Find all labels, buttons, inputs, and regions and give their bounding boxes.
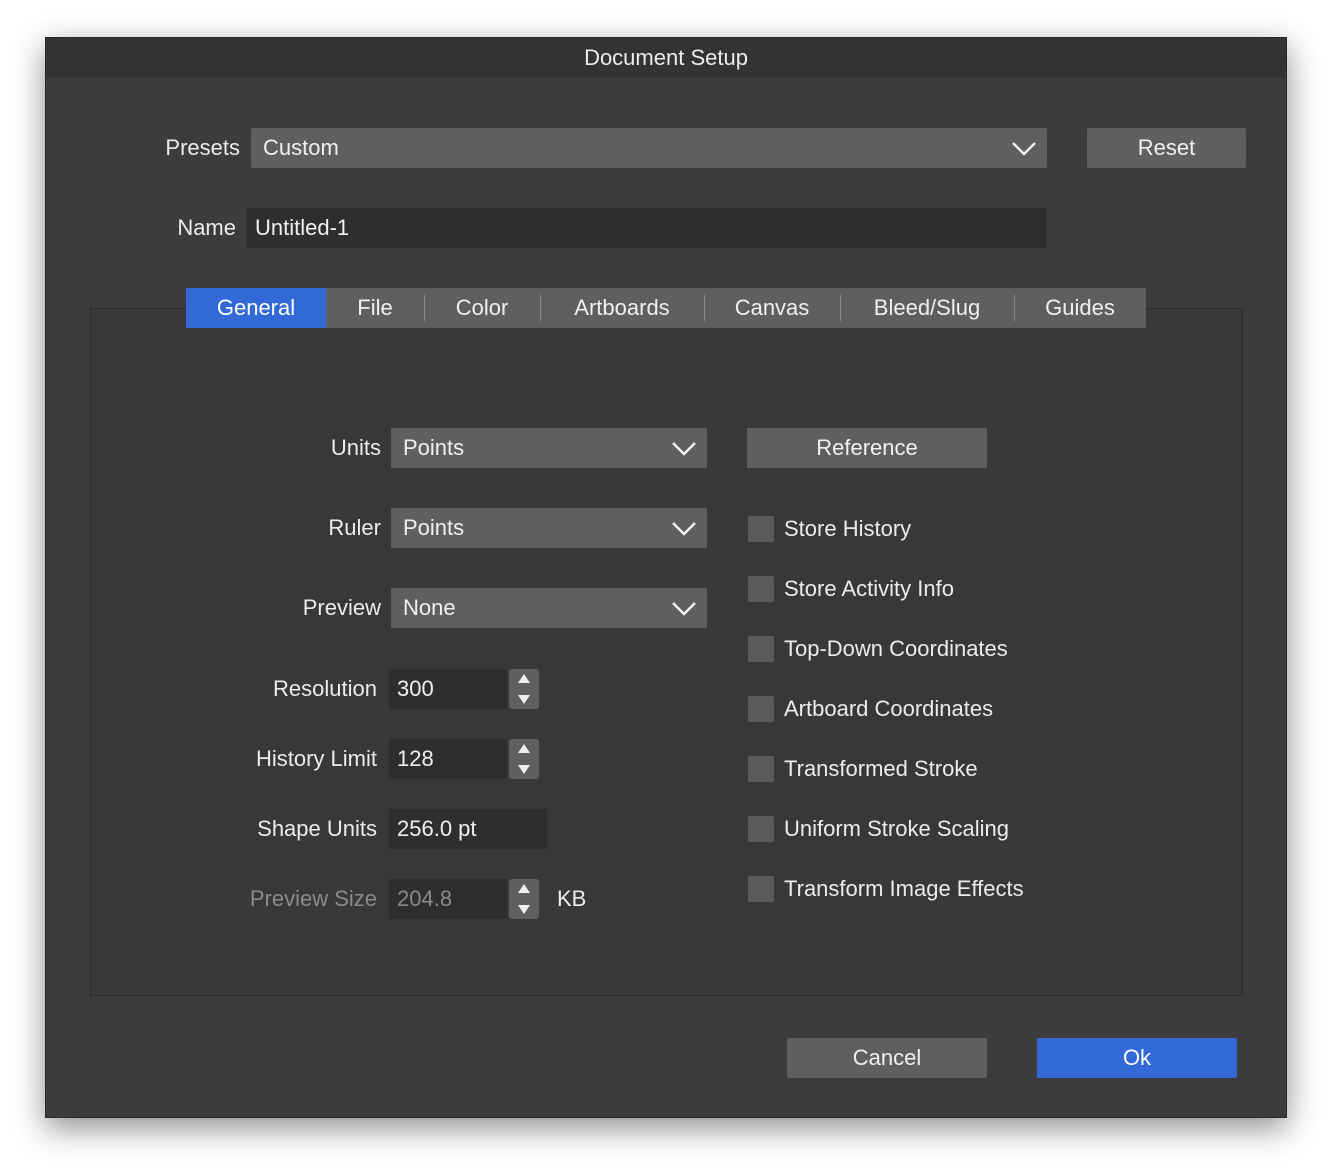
artboard-coordinates-checkbox[interactable]: Artboard Coordinates (747, 693, 993, 725)
checkbox-box[interactable] (747, 815, 775, 843)
shape-units-label: Shape Units (257, 816, 377, 841)
checkbox-label: Top-Down Coordinates (784, 636, 1008, 661)
tab-canvas[interactable]: Canvas (704, 288, 840, 328)
history-limit-label: History Limit (255, 746, 377, 771)
tab-bleed-slug[interactable]: Bleed/Slug (840, 288, 1014, 328)
preview-size-field[interactable]: 204.8 (389, 879, 507, 919)
uniform-stroke-scaling-checkbox[interactable]: Uniform Stroke Scaling (747, 813, 1009, 845)
reset-button[interactable]: Reset (1087, 128, 1246, 168)
ok-button[interactable]: Ok (1037, 1038, 1237, 1078)
cancel-button[interactable]: Cancel (787, 1038, 987, 1078)
reference-button[interactable]: Reference (747, 428, 987, 468)
checkbox-label: Artboard Coordinates (784, 696, 994, 721)
history-limit-stepper[interactable] (509, 739, 539, 779)
store-history-checkbox[interactable]: Store History (747, 513, 911, 545)
triangle-down-icon[interactable] (509, 759, 539, 779)
top-down-coordinates-checkbox[interactable]: Top-Down Coordinates (747, 633, 1008, 665)
chevron-down-icon (672, 602, 696, 616)
units-label: Units (330, 435, 381, 460)
checkbox-label: Store Activity Info (784, 576, 954, 601)
store-activity-info-checkbox[interactable]: Store Activity Info (747, 573, 954, 605)
checkbox-label: Uniform Stroke Scaling (784, 816, 1009, 841)
ruler-label: Ruler (328, 515, 381, 540)
presets-value: Custom (263, 135, 339, 160)
ruler-value: Points (403, 515, 465, 540)
preview-value: None (403, 595, 456, 620)
checkbox-box[interactable] (747, 575, 775, 603)
checkbox-label: Transform Image Effects (784, 876, 1024, 901)
name-field[interactable]: Untitled-1 (247, 208, 1047, 248)
tab-bar: General File Color Artboards Canvas Blee… (186, 288, 1146, 328)
resolution-field[interactable]: 300 (389, 669, 507, 709)
chevron-down-icon (1012, 142, 1036, 156)
triangle-up-icon[interactable] (509, 739, 539, 759)
preview-size-stepper[interactable] (509, 879, 539, 919)
triangle-down-icon[interactable] (509, 689, 539, 709)
chevron-down-icon (672, 522, 696, 536)
transformed-stroke-checkbox[interactable]: Transformed Stroke (747, 753, 978, 785)
ruler-dropdown[interactable]: Points (391, 508, 707, 548)
tab-file[interactable]: File (326, 288, 424, 328)
tab-guides[interactable]: Guides (1014, 288, 1146, 328)
units-dropdown[interactable]: Points (391, 428, 707, 468)
units-value: Points (403, 435, 465, 460)
checkbox-label: Store History (784, 516, 912, 541)
checkbox-box[interactable] (747, 755, 775, 783)
transform-image-effects-checkbox[interactable]: Transform Image Effects (747, 873, 1024, 905)
tab-artboards[interactable]: Artboards (540, 288, 704, 328)
tab-color[interactable]: Color (424, 288, 540, 328)
preview-size-label: Preview Size (249, 886, 377, 911)
presets-dropdown[interactable]: Custom (251, 128, 1047, 168)
preview-size-unit: KB (557, 886, 587, 911)
triangle-down-icon[interactable] (509, 899, 539, 919)
window-title: Document Setup (46, 38, 1286, 78)
checkbox-box[interactable] (747, 875, 775, 903)
checkbox-label: Transformed Stroke (784, 756, 978, 781)
history-limit-field[interactable]: 128 (389, 739, 507, 779)
checkbox-box[interactable] (747, 635, 775, 663)
document-setup-dialog: Document Setup Presets Custom Reset Name… (45, 37, 1287, 1118)
name-label: Name (177, 215, 236, 240)
checkbox-box[interactable] (747, 515, 775, 543)
shape-units-field[interactable]: 256.0 pt (389, 809, 547, 849)
triangle-up-icon[interactable] (509, 879, 539, 899)
resolution-label: Resolution (273, 676, 377, 701)
checkbox-box[interactable] (747, 695, 775, 723)
chevron-down-icon (672, 442, 696, 456)
preview-label: Preview (302, 595, 381, 620)
presets-label: Presets (165, 135, 240, 160)
tab-general[interactable]: General (186, 288, 326, 328)
triangle-up-icon[interactable] (509, 669, 539, 689)
preview-dropdown[interactable]: None (391, 588, 707, 628)
resolution-stepper[interactable] (509, 669, 539, 709)
